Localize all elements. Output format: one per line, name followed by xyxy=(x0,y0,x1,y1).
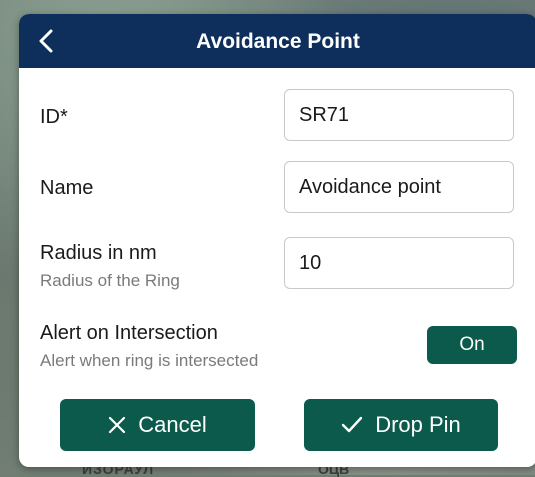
name-input[interactable] xyxy=(284,161,514,213)
avoidance-point-dialog: Avoidance Point ID* Name Radius in nm Ra… xyxy=(19,14,535,467)
check-icon xyxy=(342,416,363,433)
alert-toggle[interactable]: On xyxy=(427,326,517,364)
drop-pin-label: Drop Pin xyxy=(375,412,461,437)
cancel-button[interactable]: Cancel xyxy=(60,399,255,451)
close-icon xyxy=(109,416,126,434)
drop-pin-button[interactable]: Drop Pin xyxy=(304,399,498,451)
radius-input[interactable] xyxy=(284,237,514,289)
id-input[interactable] xyxy=(284,89,514,141)
dialog-title: Avoidance Point xyxy=(196,30,360,53)
cancel-label: Cancel xyxy=(138,412,207,437)
dialog-header: Avoidance Point xyxy=(19,14,535,68)
